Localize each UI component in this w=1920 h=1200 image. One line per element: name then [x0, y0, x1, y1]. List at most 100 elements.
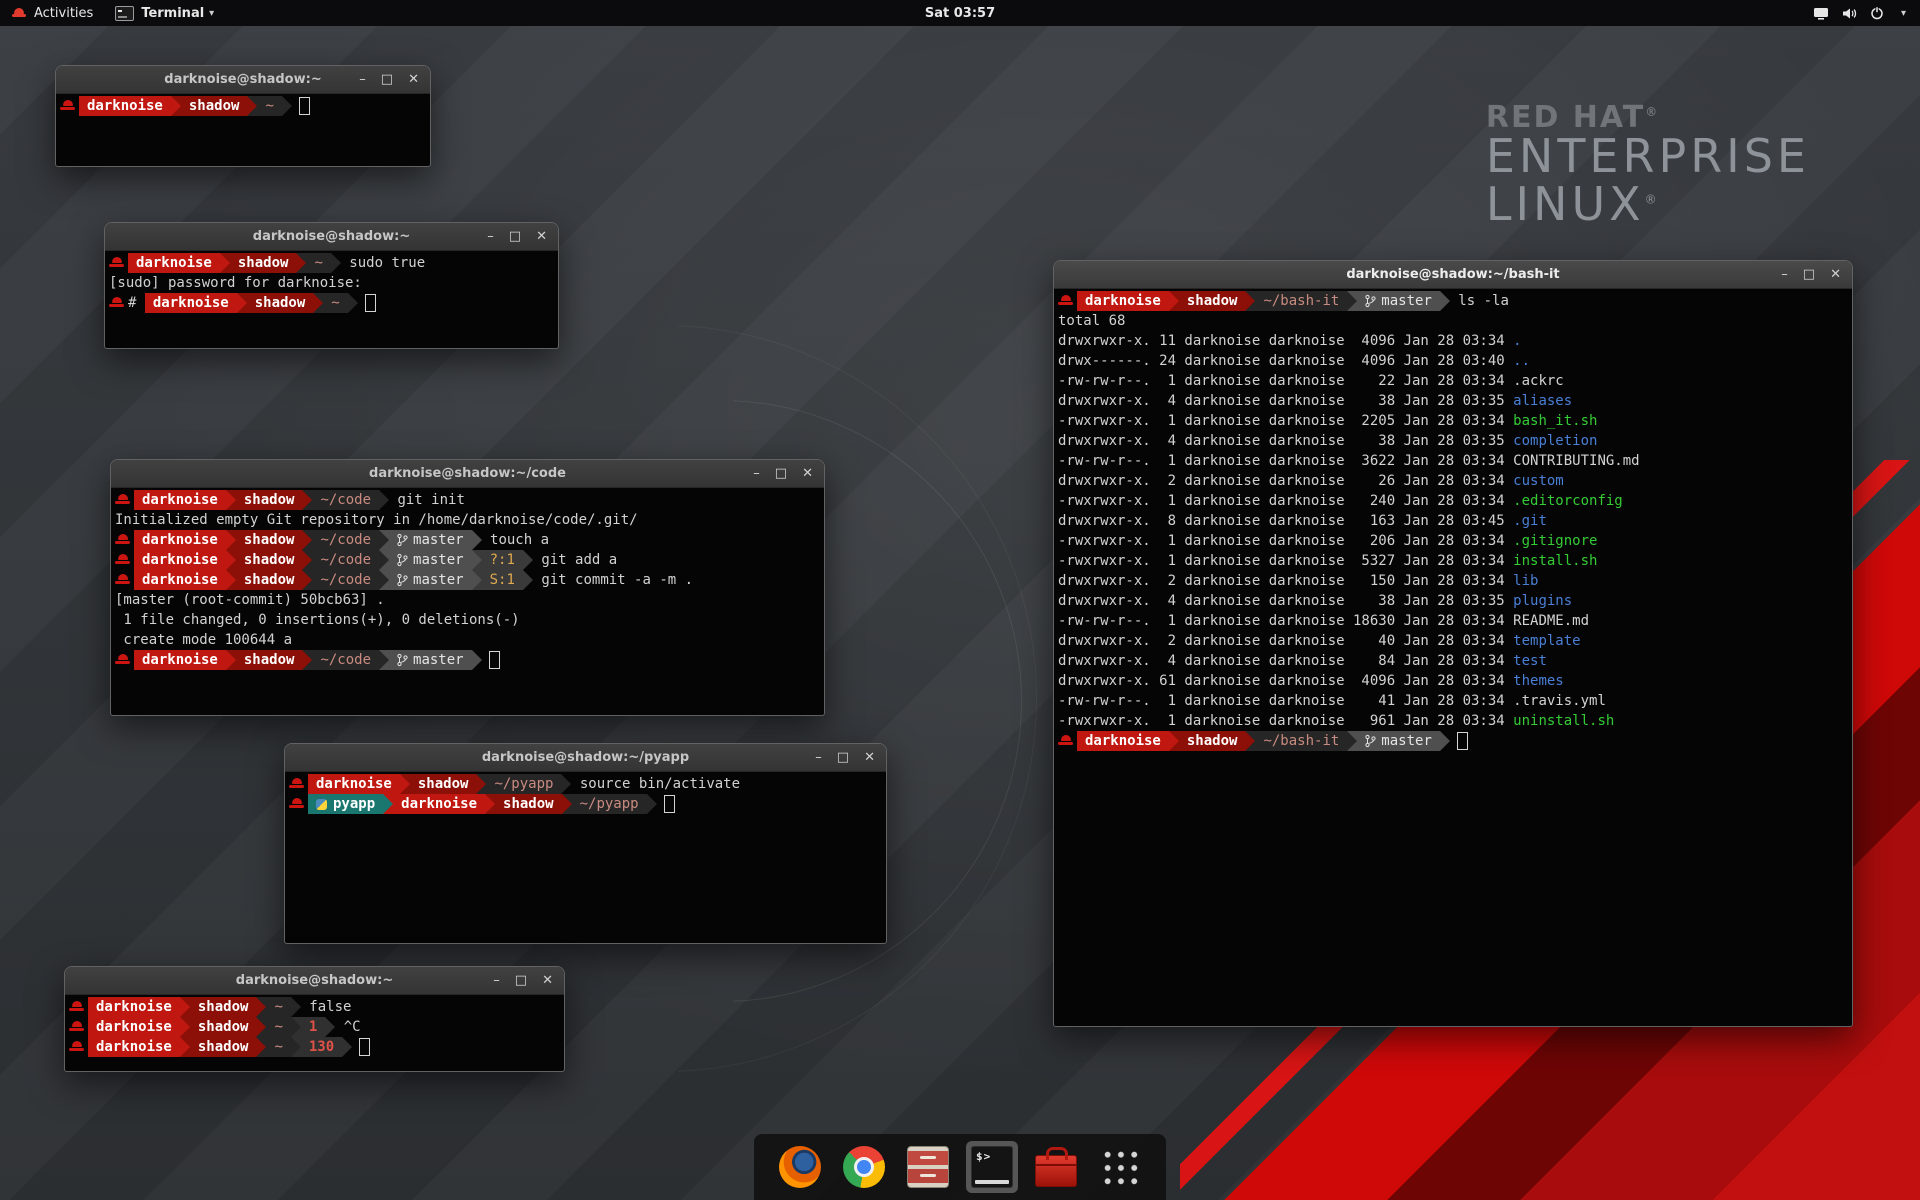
- redhat-prompt-icon: [69, 1017, 86, 1037]
- powerline-separator-icon: [171, 96, 181, 116]
- terminal-text: test: [1513, 653, 1547, 669]
- terminal-text: ..: [1513, 353, 1530, 369]
- powerline-separator-icon: [180, 1037, 190, 1057]
- dock-item-file-manager[interactable]: [902, 1141, 954, 1193]
- maximize-button[interactable]: □: [1803, 268, 1815, 281]
- terminal-content[interactable]: darknoiseshadow~/bash-itmaster ls -latot…: [1054, 289, 1852, 1030]
- minimize-button[interactable]: –: [1781, 268, 1788, 281]
- app-menu-label: Terminal: [141, 6, 204, 21]
- terminal-window[interactable]: darknoise@shadow:~/code – □ ✕ darknoises…: [110, 459, 825, 716]
- user-segment: darknoise: [393, 794, 485, 814]
- window-titlebar[interactable]: darknoise@shadow:~/bash-it – □ ✕: [1054, 261, 1852, 289]
- clock[interactable]: Sat 03:57: [925, 6, 995, 21]
- redhat-prompt-icon: [69, 997, 86, 1017]
- dock-item-app-grid[interactable]: [1094, 1141, 1146, 1193]
- terminal-line: darknoiseshadow~ sudo true: [109, 253, 554, 273]
- terminal-line: drwxrwxr-x. 2 darknoise darknoise 40 Jan…: [1058, 631, 1848, 651]
- minimize-button[interactable]: –: [493, 974, 500, 987]
- close-button[interactable]: ✕: [542, 974, 553, 987]
- terminal-window[interactable]: darknoise@shadow:~/bash-it – □ ✕ darknoi…: [1053, 260, 1853, 1027]
- terminal-line: drwxrwxr-x. 11 darknoise darknoise 4096 …: [1058, 331, 1848, 351]
- close-button[interactable]: ✕: [802, 467, 813, 480]
- terminal-text: drwxrwxr-x. 8 darknoise darknoise 163 Ja…: [1058, 513, 1513, 529]
- terminal-content[interactable]: darknoiseshadow~: [56, 94, 430, 170]
- terminal-window[interactable]: darknoise@shadow:~ – □ ✕ darknoiseshadow…: [64, 966, 565, 1072]
- terminal-line: darknoiseshadow~: [60, 96, 426, 116]
- app-menu-terminal[interactable]: Terminal ▾: [104, 0, 225, 26]
- minimize-button[interactable]: –: [815, 751, 822, 764]
- terminal-content[interactable]: darknoiseshadow~/pyapp source bin/activa…: [285, 772, 886, 947]
- terminal-text: -rwxrwxr-x. 1 darknoise darknoise 961 Ja…: [1058, 713, 1513, 729]
- close-button[interactable]: ✕: [408, 73, 419, 86]
- window-titlebar[interactable]: darknoise@shadow:~ – □ ✕: [105, 223, 558, 251]
- path-segment: ~: [266, 1037, 290, 1057]
- terminal-text: false: [301, 999, 352, 1015]
- power-icon: [1870, 6, 1884, 20]
- python-icon: [316, 799, 327, 810]
- terminal-text: [sudo] password for darknoise:: [109, 275, 362, 291]
- window-titlebar[interactable]: darknoise@shadow:~/pyapp – □ ✕: [285, 744, 886, 772]
- powerline-separator-icon: [226, 530, 236, 550]
- terminal-line: -rw-rw-r--. 1 darknoise darknoise 41 Jan…: [1058, 691, 1848, 711]
- window-titlebar[interactable]: darknoise@shadow:~/code – □ ✕: [111, 460, 824, 488]
- window-titlebar[interactable]: darknoise@shadow:~ – □ ✕: [65, 967, 564, 995]
- window-titlebar[interactable]: darknoise@shadow:~ – □ ✕: [56, 66, 430, 94]
- git-branch-icon: [397, 573, 408, 587]
- git-branch-icon: [397, 653, 408, 667]
- dock-item-firefox[interactable]: [774, 1141, 826, 1193]
- host-segment: shadow: [247, 293, 314, 313]
- powerline-separator-icon: [379, 550, 389, 570]
- terminal-text: .git: [1513, 513, 1547, 529]
- powerline-separator-icon: [256, 997, 266, 1017]
- terminal-text: lib: [1513, 573, 1538, 589]
- terminal-line: darknoiseshadow~1 ^C: [69, 1017, 560, 1037]
- powerline-separator-icon: [472, 650, 482, 670]
- activities-button[interactable]: Activities: [0, 0, 104, 26]
- close-button[interactable]: ✕: [536, 230, 547, 243]
- user-segment: darknoise: [88, 1037, 180, 1057]
- terminal-content[interactable]: darknoiseshadow~/code git initInitialize…: [111, 488, 824, 719]
- powerline-separator-icon: [180, 997, 190, 1017]
- dock-item-toolbox[interactable]: [1030, 1141, 1082, 1193]
- window-controls: – □ ✕: [487, 223, 547, 250]
- terminal-line: -rwxrwxr-x. 1 darknoise darknoise 5327 J…: [1058, 551, 1848, 571]
- terminal-text: drwxrwxr-x. 4 darknoise darknoise 38 Jan…: [1058, 433, 1513, 449]
- minimize-button[interactable]: –: [359, 73, 366, 86]
- maximize-button[interactable]: □: [775, 467, 787, 480]
- path-segment: ~/pyapp: [572, 794, 647, 814]
- terminal-window[interactable]: darknoise@shadow:~ – □ ✕ darknoiseshadow…: [104, 222, 559, 349]
- maximize-button[interactable]: □: [381, 73, 393, 86]
- terminal-line: drwxrwxr-x. 61 darknoise darknoise 4096 …: [1058, 671, 1848, 691]
- maximize-button[interactable]: □: [509, 230, 521, 243]
- window-title: darknoise@shadow:~/bash-it: [1346, 267, 1559, 282]
- terminal-content[interactable]: darknoiseshadow~ falsedarknoiseshadow~1 …: [65, 995, 564, 1075]
- path-segment: ~/pyapp: [486, 774, 561, 794]
- user-segment: darknoise: [128, 253, 220, 273]
- git-segment: master: [1357, 731, 1440, 751]
- terminal-text: custom: [1513, 473, 1564, 489]
- powerline-separator-icon: [247, 96, 257, 116]
- dock-item-terminal[interactable]: $>: [966, 1141, 1018, 1193]
- terminal-content[interactable]: darknoiseshadow~ sudo true [sudo] passwor…: [105, 251, 558, 352]
- powerline-separator-icon: [256, 1037, 266, 1057]
- maximize-button[interactable]: □: [837, 751, 849, 764]
- window-title: darknoise@shadow:~/pyapp: [482, 750, 689, 765]
- terminal-line: darknoiseshadow~/code git init: [115, 490, 820, 510]
- minimize-button[interactable]: –: [487, 230, 494, 243]
- close-button[interactable]: ✕: [1830, 268, 1841, 281]
- terminal-window[interactable]: darknoise@shadow:~ – □ ✕ darknoiseshadow…: [55, 65, 431, 167]
- user-segment: darknoise: [134, 530, 226, 550]
- terminal-text: drwxrwxr-x. 11 darknoise darknoise 4096 …: [1058, 333, 1513, 349]
- system-tray[interactable]: ▾: [1799, 0, 1920, 26]
- maximize-button[interactable]: □: [515, 974, 527, 987]
- dock-item-chrome[interactable]: [838, 1141, 890, 1193]
- path-segment: ~/bash-it: [1255, 731, 1347, 751]
- minimize-button[interactable]: –: [753, 467, 760, 480]
- terminal-text: aliases: [1513, 393, 1572, 409]
- close-button[interactable]: ✕: [864, 751, 875, 764]
- terminal-window[interactable]: darknoise@shadow:~/pyapp – □ ✕ darknoise…: [284, 743, 887, 944]
- volume-icon: [1841, 7, 1858, 20]
- terminal-app-icon: [115, 6, 134, 21]
- terminal-line: darknoiseshadow~ false: [69, 997, 560, 1017]
- count-segment: ?:1: [482, 550, 523, 570]
